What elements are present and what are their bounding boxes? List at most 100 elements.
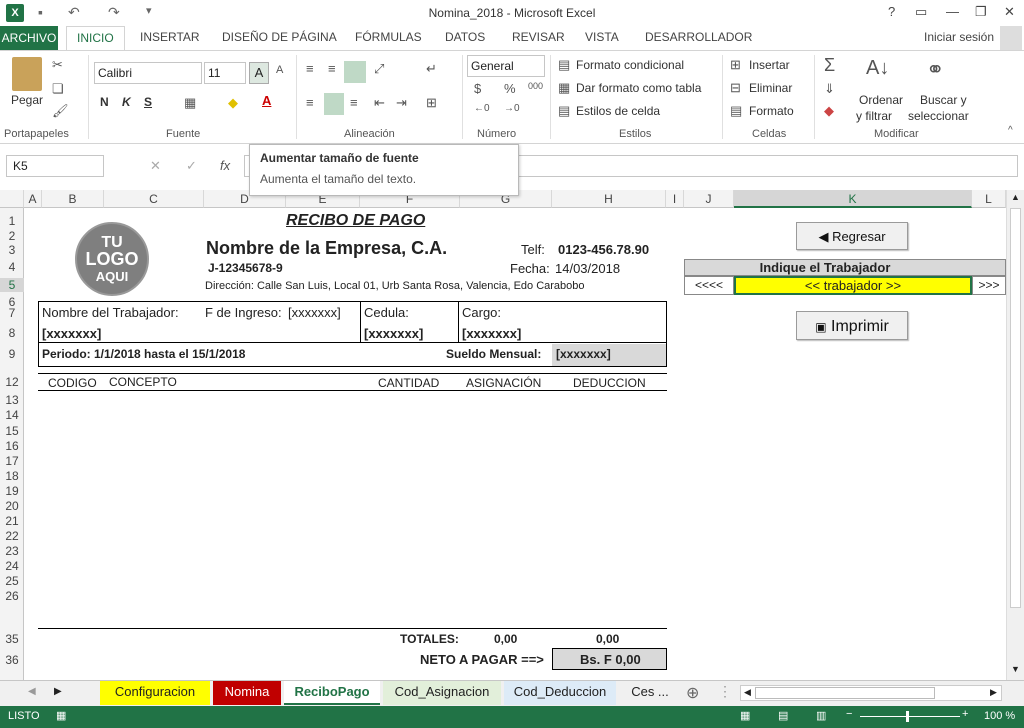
horizontal-scroll-thumb[interactable] [755, 687, 935, 699]
macro-recording-icon[interactable]: ▦ [56, 709, 66, 722]
row-header-26[interactable]: 26 [0, 589, 24, 603]
row-header-1[interactable]: 1 [0, 214, 24, 228]
name-box[interactable]: K5 [6, 155, 104, 177]
cancel-entry-icon[interactable]: ✕ [150, 158, 161, 174]
align-right-icon[interactable]: ≡ [350, 95, 358, 110]
find-binoculars-icon[interactable]: ⚭ [926, 57, 944, 83]
horizontal-scrollbar[interactable]: ◀ ▶ [740, 685, 1002, 701]
cut-icon[interactable]: ✂ [52, 57, 63, 73]
row-header-36[interactable]: 36 [0, 653, 24, 667]
col-header-a[interactable]: A [24, 190, 42, 208]
currency-icon[interactable]: $ [474, 81, 481, 96]
paste-button[interactable]: Pegar [11, 93, 43, 107]
row-header-15[interactable]: 15 [0, 424, 24, 438]
find-button-line2[interactable]: seleccionar [908, 109, 969, 123]
zoom-level[interactable]: 100 % [984, 710, 1015, 722]
tab-datos[interactable]: DATOS [445, 30, 485, 44]
sort-filter-icon[interactable]: A↓ [866, 57, 889, 80]
sheet-tab-more[interactable]: Ces ... [620, 681, 680, 705]
tab-split-icon[interactable]: ⋮ [718, 683, 732, 700]
row-header-16[interactable]: 16 [0, 439, 24, 453]
decrease-font-icon[interactable]: A [276, 64, 283, 76]
prev-worker-button[interactable]: <<<< [684, 276, 734, 295]
row-header-19[interactable]: 19 [0, 484, 24, 498]
cell-styles-icon[interactable]: ▤ [558, 103, 570, 119]
tab-archivo[interactable]: ARCHIVO [0, 26, 58, 50]
font-color-icon[interactable]: A [262, 93, 271, 108]
vertical-scroll-thumb[interactable] [1010, 208, 1021, 608]
zoom-in-icon[interactable]: + [962, 708, 968, 720]
orientation-icon[interactable]: ⤢ [374, 61, 384, 77]
col-header-b[interactable]: B [42, 190, 104, 208]
restore-icon[interactable]: ❐ [975, 4, 987, 20]
find-button[interactable]: Buscar y [920, 93, 967, 107]
sort-button-line2[interactable]: y filtrar [856, 109, 892, 123]
ribbon-display-icon[interactable]: ▭ [915, 4, 927, 20]
col-header-l[interactable]: L [972, 190, 1006, 208]
page-layout-view-icon[interactable]: ▤ [778, 709, 788, 722]
comma-style-icon[interactable]: 000 [528, 81, 543, 91]
help-icon[interactable]: ? [888, 4, 895, 19]
align-left-icon[interactable]: ≡ [306, 95, 314, 110]
increase-font-icon[interactable]: A [249, 62, 269, 84]
sheet-tab-nomina[interactable]: Nomina [213, 681, 281, 705]
scroll-right-icon[interactable]: ▶ [990, 687, 997, 698]
back-button[interactable]: ◀ Regresar [796, 222, 908, 250]
row-header-12[interactable]: 12 [0, 375, 24, 389]
percent-icon[interactable]: % [504, 81, 516, 96]
borders-icon[interactable]: ▦ [184, 95, 196, 111]
row-header-17[interactable]: 17 [0, 454, 24, 468]
tab-formulas[interactable]: FÓRMULAS [355, 30, 422, 44]
vertical-scrollbar[interactable]: ▲ ▼ [1006, 190, 1024, 680]
row-header-25[interactable]: 25 [0, 574, 24, 588]
select-all-corner[interactable] [0, 190, 24, 208]
wrap-text-icon[interactable]: ↵ [426, 61, 437, 77]
increase-decimal-icon[interactable]: ←0 [474, 103, 490, 114]
row-header-23[interactable]: 23 [0, 544, 24, 558]
minimize-icon[interactable]: — [946, 4, 959, 19]
scroll-up-icon[interactable]: ▲ [1011, 192, 1020, 202]
scroll-down-icon[interactable]: ▼ [1011, 664, 1020, 674]
sort-button[interactable]: Ordenar [859, 93, 903, 107]
row-header-9[interactable]: 9 [0, 347, 24, 361]
scroll-left-icon[interactable]: ◀ [744, 687, 751, 698]
col-header-c[interactable]: C [104, 190, 204, 208]
close-icon[interactable]: ✕ [1004, 4, 1015, 20]
row-header-5[interactable]: 5 [0, 278, 24, 292]
col-header-k[interactable]: K [734, 190, 972, 208]
col-header-h[interactable]: H [552, 190, 666, 208]
row-header-18[interactable]: 18 [0, 469, 24, 483]
row-header-22[interactable]: 22 [0, 529, 24, 543]
insert-function-icon[interactable]: fx [220, 158, 230, 173]
delete-cells-icon[interactable]: ⊟ [730, 80, 741, 96]
row-header-35[interactable]: 35 [0, 632, 24, 646]
row-header-4[interactable]: 4 [0, 260, 24, 274]
zoom-slider-thumb[interactable] [906, 711, 909, 722]
align-bottom-icon[interactable] [344, 61, 366, 83]
next-worker-button[interactable]: >>> [972, 276, 1006, 295]
align-middle-icon[interactable]: ≡ [328, 61, 336, 76]
collapse-ribbon-icon[interactable]: ^ [1008, 125, 1013, 136]
table-format-icon[interactable]: ▦ [558, 80, 570, 96]
zoom-slider[interactable] [860, 716, 960, 717]
conditional-format-button[interactable]: Formato condicional [576, 58, 684, 72]
format-cells-button[interactable]: Formato [749, 104, 794, 118]
sheet-tab-configuracion[interactable]: Configuracion [100, 681, 210, 705]
align-top-icon[interactable]: ≡ [306, 61, 314, 76]
row-header-21[interactable]: 21 [0, 514, 24, 528]
number-format-dropdown[interactable]: General [467, 55, 545, 77]
row-header-13[interactable]: 13 [0, 393, 24, 407]
tab-inicio[interactable]: INICIO [66, 26, 125, 51]
format-cells-icon[interactable]: ▤ [730, 103, 742, 119]
font-size-dropdown[interactable]: 11 [204, 62, 246, 84]
autosum-icon[interactable]: Σ [824, 55, 835, 76]
fill-icon[interactable]: ⇓ [824, 81, 835, 97]
normal-view-icon[interactable]: ▦ [740, 709, 750, 722]
row-header-14[interactable]: 14 [0, 408, 24, 422]
fill-color-icon[interactable]: ◆ [228, 95, 238, 111]
zoom-out-icon[interactable]: − [846, 708, 852, 720]
tab-desarrollador[interactable]: DESARROLLADOR [645, 30, 752, 44]
insert-cells-icon[interactable]: ⊞ [730, 57, 741, 73]
table-format-button[interactable]: Dar formato como tabla [576, 81, 701, 95]
col-header-j[interactable]: J [684, 190, 734, 208]
